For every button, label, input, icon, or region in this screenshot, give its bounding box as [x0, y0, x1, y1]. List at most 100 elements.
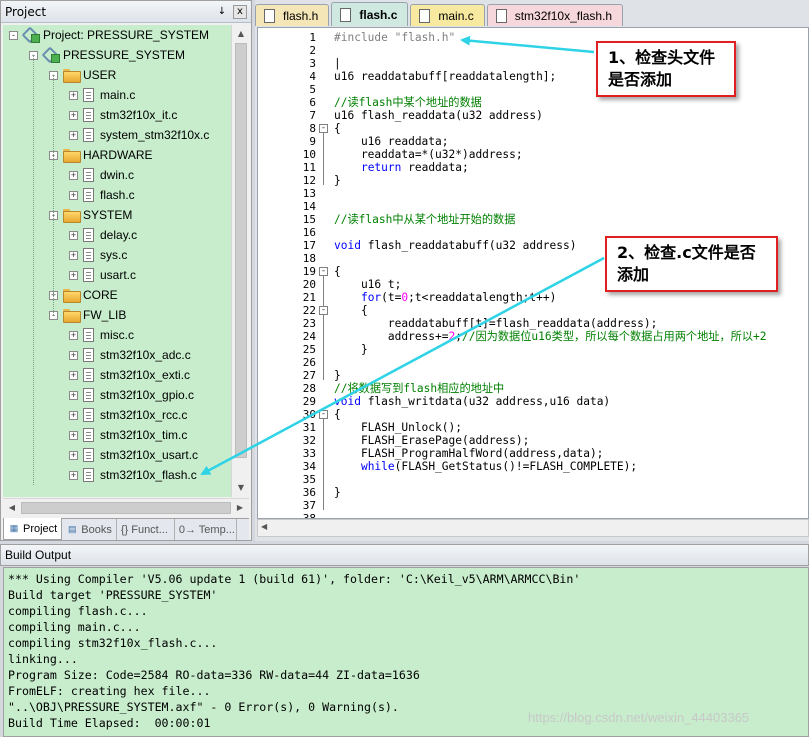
scrollbar-thumb[interactable]: [235, 43, 247, 458]
tree-file[interactable]: + stm32f10x_adc.c: [69, 345, 191, 365]
tree-file-label: stm32f10x_rcc.c: [100, 408, 188, 422]
tree-file[interactable]: + main.c: [69, 85, 135, 105]
tree-file[interactable]: + stm32f10x_usart.c: [69, 445, 198, 465]
tree-target[interactable]: - PRESSURE_SYSTEM: [29, 45, 185, 65]
fold-collapse-icon[interactable]: -: [319, 124, 328, 133]
code-token: FLASH_ErasePage(address);: [334, 434, 530, 447]
tree-file[interactable]: + stm32f10x_tim.c: [69, 425, 187, 445]
expand-icon[interactable]: +: [69, 370, 78, 380]
fold-collapse-icon[interactable]: -: [319, 306, 328, 315]
expand-icon[interactable]: +: [69, 450, 78, 460]
expand-icon[interactable]: +: [69, 90, 78, 100]
expand-icon[interactable]: +: [69, 410, 78, 420]
c-file-icon: [83, 448, 94, 462]
pane-tab-0[interactable]: ▦ Project: [3, 518, 63, 540]
pane-tab-2[interactable]: {} Funct...: [117, 519, 175, 540]
tree-guide-line: [53, 75, 54, 315]
tree-guide-line: [33, 55, 34, 485]
tree-group[interactable]: - SYSTEM: [49, 205, 132, 225]
fold-collapse-icon[interactable]: -: [319, 410, 328, 419]
code-token: flash_writdata(u32 address,u16 data): [360, 395, 611, 408]
scroll-right-arrow-icon[interactable]: ▶: [233, 501, 247, 515]
pane-tab-3[interactable]: 0→ Temp...: [175, 519, 237, 540]
code-token: }: [334, 486, 341, 499]
expand-icon[interactable]: +: [69, 350, 78, 360]
editor-tab[interactable]: flash.c: [331, 2, 409, 26]
tree-file[interactable]: + misc.c: [69, 325, 134, 345]
expand-icon[interactable]: +: [69, 430, 78, 440]
build-output-line: Build target 'PRESSURE_SYSTEM': [8, 588, 218, 602]
tree-file[interactable]: + delay.c: [69, 225, 137, 245]
code-token: {: [334, 304, 368, 317]
editor-tab[interactable]: main.c: [410, 4, 485, 26]
close-pane-button[interactable]: x: [233, 4, 247, 19]
line-number: 23: [302, 317, 316, 330]
scrollbar-thumb[interactable]: [21, 502, 231, 514]
scroll-up-arrow-icon[interactable]: ▲: [234, 27, 248, 41]
tree-group[interactable]: + CORE: [49, 285, 118, 305]
line-number: 31: [302, 421, 316, 434]
build-output-line: compiling main.c...: [8, 620, 141, 634]
expand-icon[interactable]: +: [69, 130, 78, 140]
line-number: 34: [302, 460, 316, 473]
tree-file[interactable]: + system_stm32f10x.c: [69, 125, 209, 145]
project-tree-horizontal-scrollbar[interactable]: ◀ ▶: [3, 498, 249, 516]
code-line: //将数据写到flash相应的地址中: [334, 382, 504, 395]
expand-icon[interactable]: +: [69, 330, 78, 340]
code-token: for: [360, 291, 382, 304]
tree-file[interactable]: + sys.c: [69, 245, 127, 265]
tree-group[interactable]: - USER: [49, 65, 116, 85]
project-tree-vertical-scrollbar[interactable]: ▲ ▼: [231, 25, 249, 497]
editor-tab[interactable]: flash.h: [255, 4, 330, 26]
pin-icon[interactable]: ↓: [215, 5, 229, 19]
pane-tab-label: 0→ Temp...: [178, 523, 235, 536]
expand-icon[interactable]: +: [69, 190, 78, 200]
tree-file-label: delay.c: [100, 228, 138, 242]
code-line: FLASH_Unlock();: [334, 421, 462, 434]
editor-tab[interactable]: stm32f10x_flash.h: [486, 4, 624, 26]
tree-file[interactable]: + stm32f10x_exti.c: [69, 365, 190, 385]
pane-tab-1[interactable]: ▤ Books: [62, 519, 117, 540]
code-line: {: [334, 122, 341, 135]
line-number: 36: [302, 486, 316, 499]
tree-root-project[interactable]: - Project: PRESSURE_SYSTEM: [9, 25, 209, 45]
code-line: for(t=0;t<readdatalength;t++): [334, 291, 556, 304]
expand-icon[interactable]: +: [69, 390, 78, 400]
code-line: readdatabuff[t]=flash_readdata(address);: [334, 317, 657, 330]
scroll-down-arrow-icon[interactable]: ▼: [234, 481, 248, 495]
expand-icon[interactable]: +: [69, 250, 78, 260]
expand-icon[interactable]: +: [69, 270, 78, 280]
c-file-icon: [83, 168, 94, 182]
tree-group-label: USER: [83, 68, 117, 82]
build-output-header: Build Output: [0, 544, 809, 566]
code-token: return: [360, 161, 402, 174]
folder-icon: [63, 289, 81, 303]
expand-icon[interactable]: +: [69, 170, 78, 180]
editor-horizontal-scrollbar[interactable]: ◀: [257, 519, 809, 537]
fold-collapse-icon[interactable]: -: [319, 267, 328, 276]
expand-icon[interactable]: +: [69, 230, 78, 240]
pane-tab-label: {} Funct...: [120, 523, 168, 536]
tree-group[interactable]: - FW_LIB: [49, 305, 126, 325]
scroll-left-arrow-icon[interactable]: ◀: [261, 522, 267, 531]
expand-icon[interactable]: +: [69, 470, 78, 480]
line-number: 6: [309, 96, 316, 109]
tree-group[interactable]: - HARDWARE: [49, 145, 153, 165]
tree-file[interactable]: + stm32f10x_it.c: [69, 105, 177, 125]
tree-file[interactable]: + stm32f10x_rcc.c: [69, 405, 187, 425]
project-pane-title: Project: [5, 4, 47, 19]
collapse-icon[interactable]: -: [9, 30, 18, 40]
tree-file[interactable]: + flash.c: [69, 185, 135, 205]
expand-icon[interactable]: +: [69, 110, 78, 120]
tree-file[interactable]: + dwin.c: [69, 165, 134, 185]
tree-file[interactable]: + stm32f10x_gpio.c: [69, 385, 194, 405]
line-number: 15: [302, 213, 316, 226]
line-number: 16: [302, 226, 316, 239]
annotation-callout-header-check: 1、检查头文件是否添加: [596, 41, 736, 97]
line-number: 37: [302, 499, 316, 512]
tree-file[interactable]: + stm32f10x_flash.c: [69, 465, 197, 485]
tree-file[interactable]: + usart.c: [69, 265, 136, 285]
scroll-left-arrow-icon[interactable]: ◀: [5, 501, 19, 515]
code-token: u16 flash_readdata(u32 address): [334, 109, 543, 122]
